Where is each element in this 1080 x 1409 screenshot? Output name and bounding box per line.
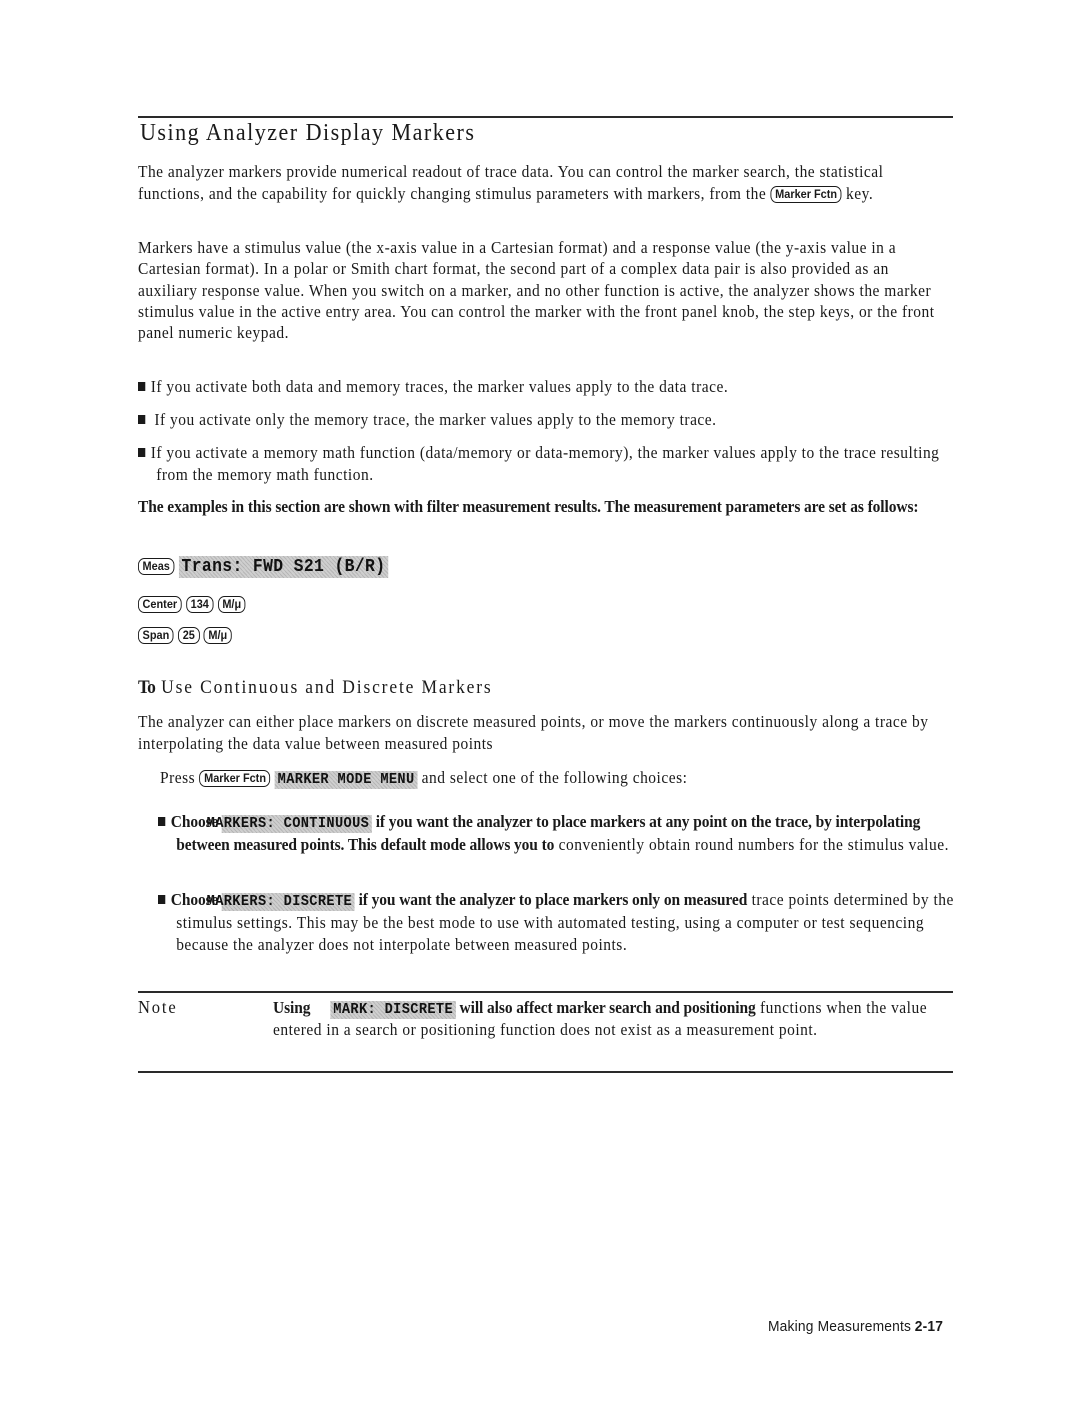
bullet-item: If you activate both data and memory tra… — [138, 376, 939, 398]
press-text: Press — [160, 768, 200, 787]
key-sequence-meas: Meas Trans: FWD S21 (B/R) — [138, 555, 939, 578]
bullet-icon — [138, 382, 146, 391]
softkey-markers-continuous: MARKERS: CONTINUOUS — [207, 815, 372, 833]
choice-continuous: Choose MARKERS: CONTINUOUS if you want t… — [158, 811, 968, 856]
section-top-rule — [138, 116, 953, 118]
choice-discrete: Choose MARKERS: DISCRETE if you want the… — [158, 889, 977, 957]
bullet-text: If you activate only the memory trace, t… — [154, 410, 717, 429]
note-label: Note — [138, 997, 178, 1017]
page-number: 2-17 — [914, 1318, 944, 1335]
key-sequence-span: Span 25 M/μ — [138, 624, 939, 646]
choice-bold-text: if you want the analyzer to place marker… — [354, 890, 748, 909]
note-bold-text: will also affect marker search and posit… — [455, 998, 756, 1017]
choice-text: conveniently obtain round numbers for th… — [554, 834, 949, 854]
bullet-item: If you activate a memory math function (… — [138, 442, 962, 485]
subsection-title-text: Use Continuous and Discrete Markers — [154, 677, 493, 698]
marker-fctn-key: Marker Fctn — [199, 770, 271, 787]
digit-key: 25 — [178, 627, 200, 644]
examples-intro: The examples in this section are shown w… — [138, 497, 919, 516]
subsection-title-prefix: To — [138, 677, 156, 698]
mega-micro-key: M/μ — [203, 627, 232, 644]
bullet-item: If you activate only the memory trace, t… — [138, 409, 939, 431]
footer-chapter: Making Measurements — [768, 1318, 912, 1335]
key-sequence-center: Center 134 M/μ — [138, 593, 939, 615]
softkey-trans-fwd-s21: Trans: FWD S21 (B/R) — [178, 556, 389, 578]
softkey-markers-discrete: MARKERS: DISCRETE — [207, 893, 355, 911]
note-bottom-rule — [138, 1071, 953, 1073]
bullet-text: If you activate a memory math function (… — [150, 443, 940, 484]
intro-paragraph: The analyzer markers provide numerical r… — [138, 161, 939, 204]
section-title: Using Analyzer Display Markers — [140, 120, 476, 146]
bullet-icon — [158, 895, 166, 904]
press-instruction: Press Marker Fctn MARKER MODE MENU and s… — [160, 767, 961, 789]
bullet-text: If you activate both data and memory tra… — [150, 377, 729, 396]
intro-text-end: key. — [841, 183, 874, 203]
markers-paragraph: Markers have a stimulus value (the x-axi… — [138, 238, 935, 343]
softkey-mark-discrete: MARK: DISCRETE — [330, 1001, 456, 1019]
marker-fctn-key: Marker Fctn — [770, 185, 842, 203]
meas-key: Meas — [138, 558, 175, 575]
span-key: Span — [138, 627, 174, 644]
page-footer: Making Measurements 2-17 — [768, 1318, 943, 1335]
press-suffix: and select one of the following choices: — [417, 768, 688, 787]
bullet-icon — [138, 448, 146, 457]
bullet-icon — [158, 817, 166, 826]
digit-key: 134 — [186, 596, 214, 613]
softkey-marker-mode-menu: MARKER MODE MENU — [274, 771, 418, 789]
mega-micro-key: M/μ — [217, 596, 246, 613]
note-text: Using MARK: DISCRETE will also affect ma… — [273, 997, 951, 1041]
subsection-intro: The analyzer can either place markers on… — [138, 712, 929, 753]
bullet-icon — [138, 415, 146, 424]
note-top-rule — [138, 991, 953, 993]
subsection-title: To Use Continuous and Discrete Markers — [138, 677, 493, 699]
center-key: Center — [138, 596, 182, 613]
note-using: Using — [273, 998, 315, 1017]
